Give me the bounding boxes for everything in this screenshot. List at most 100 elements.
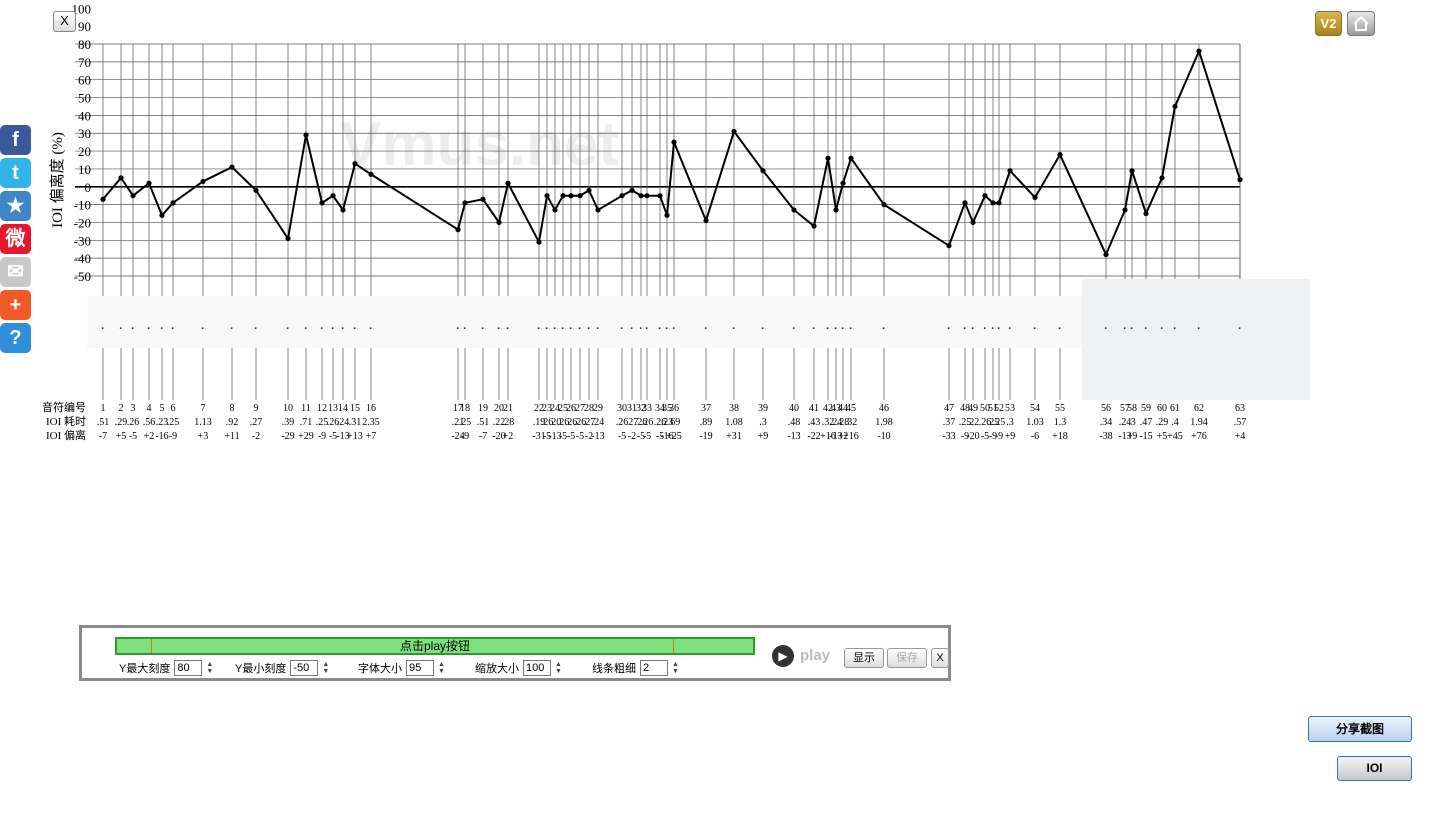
- social-share-bar: f t ★ 微 ✉ +?: [0, 125, 32, 356]
- ioi-duration: 1.13: [194, 417, 212, 428]
- ioi-deviation: -5: [576, 431, 584, 442]
- note-number: 61: [1170, 403, 1180, 414]
- score-note: ·: [645, 323, 649, 335]
- note-number: 60: [1157, 403, 1167, 414]
- score-note: ·: [963, 323, 967, 335]
- close-panel-button[interactable]: X: [931, 648, 949, 668]
- facebook-icon[interactable]: f: [0, 125, 31, 155]
- score-note: ·: [1130, 323, 1134, 335]
- score-note: ·: [101, 323, 105, 335]
- data-point: [544, 193, 550, 199]
- score-note: ·: [620, 323, 624, 335]
- score-note: ·: [704, 323, 708, 335]
- stepper-icon[interactable]: ▲ ▼: [206, 661, 213, 675]
- data-point: [1143, 210, 1149, 217]
- data-point: [946, 243, 952, 249]
- font-size-input[interactable]: [406, 660, 434, 676]
- play-icon[interactable]: ▶: [772, 645, 794, 667]
- row-label: IOI 偏离: [46, 428, 86, 442]
- ymax-input[interactable]: [174, 660, 203, 676]
- note-number: 13: [328, 403, 338, 414]
- ioi-deviation: +5: [1157, 431, 1168, 442]
- zoom-input[interactable]: [523, 660, 551, 676]
- twitter-icon[interactable]: t: [0, 158, 31, 188]
- ioi-duration: .32: [845, 417, 858, 428]
- close-chart-button[interactable]: X: [53, 11, 76, 32]
- score-note: ·: [1160, 323, 1164, 335]
- score-note: ·: [1197, 323, 1201, 335]
- deviation-line: [102, 48, 1241, 258]
- ioi-deviation: -7: [99, 431, 107, 442]
- score-highlight: [1082, 279, 1310, 400]
- note-number: 62: [1194, 403, 1204, 414]
- score-note: ·: [463, 323, 467, 335]
- data-point: [496, 219, 502, 226]
- ioi-button[interactable]: IOI: [1337, 756, 1412, 781]
- stepper-icon[interactable]: ▲ ▼: [555, 661, 562, 675]
- ioi-deviation: +13: [347, 431, 363, 442]
- favorite-star-icon[interactable]: ★: [0, 191, 31, 221]
- score-note: ·: [254, 323, 258, 335]
- line-width-input[interactable]: [640, 660, 668, 676]
- ioi-duration: .3: [1006, 417, 1014, 428]
- y-tick-label: 70: [78, 55, 91, 70]
- save-button[interactable]: 保存: [887, 648, 927, 668]
- line-width-label: 线条粗细: [592, 663, 636, 675]
- playback-control-panel: 点击play按钮 Y最大刻度 ▲▼ Y最小刻度 ▲▼ 字体大小 ▲▼ 缩放大小 …: [79, 625, 951, 681]
- data-point: [130, 193, 136, 199]
- y-axis-label: IOI 偏离度 (%): [49, 132, 66, 228]
- home-icon[interactable]: [1347, 11, 1375, 36]
- data-point: [657, 193, 663, 199]
- font-size-control: 字体大小 ▲▼: [358, 660, 445, 676]
- help-icon[interactable]: ?: [0, 323, 31, 353]
- y-tick-label: 60: [78, 73, 91, 88]
- score-note: ·: [1058, 323, 1062, 335]
- ioi-duration: .27: [250, 417, 263, 428]
- stepper-icon[interactable]: ▲ ▼: [438, 661, 445, 675]
- data-point: [982, 193, 988, 199]
- show-button[interactable]: 显示: [844, 648, 884, 668]
- v2-badge[interactable]: V2: [1315, 11, 1342, 36]
- ioi-duration: .28: [502, 417, 515, 428]
- score-note: ·: [131, 323, 135, 335]
- ioi-duration: 1.98: [875, 417, 893, 428]
- plus-share-icon[interactable]: +: [0, 290, 31, 320]
- data-point: [1032, 194, 1038, 201]
- y-tick-label: 80: [78, 37, 91, 52]
- score-note: ·: [1008, 323, 1012, 335]
- stepper-icon[interactable]: ▲ ▼: [672, 661, 679, 675]
- ymax-label: Y最大刻度: [119, 663, 171, 675]
- share-screenshot-button[interactable]: 分享截图: [1308, 716, 1412, 742]
- weibo-icon[interactable]: 微: [0, 224, 31, 254]
- score-strip: · · · · · · · · · · · · · · · · · · · · · · · · · · · · · · · · · · · · · · · ·…: [87, 279, 1310, 400]
- mail-icon[interactable]: ✉: [0, 257, 31, 287]
- score-note: ·: [201, 323, 205, 335]
- score-note: ·: [147, 323, 151, 335]
- y-tick-label: 20: [78, 144, 91, 159]
- score-note: ·: [834, 323, 838, 335]
- score-note: ·: [331, 323, 335, 335]
- data-point: [595, 207, 601, 213]
- play-label[interactable]: play: [800, 647, 830, 664]
- note-number: 8: [230, 403, 235, 414]
- ioi-deviation: +2: [503, 431, 514, 442]
- y-tick-label: -10: [74, 198, 91, 213]
- data-point: [285, 235, 291, 242]
- score-note: ·: [596, 323, 600, 335]
- stepper-icon[interactable]: ▲ ▼: [322, 661, 329, 675]
- ioi-deviation: -9: [995, 431, 1003, 442]
- ioi-deviation: +16: [843, 431, 859, 442]
- data-point: [586, 187, 592, 193]
- ioi-duration: .69: [668, 417, 681, 428]
- score-note: ·: [160, 323, 164, 335]
- progress-bar[interactable]: 点击play按钮: [115, 637, 755, 655]
- ioi-deviation: +31: [726, 431, 742, 442]
- progress-text: 点击play按钮: [399, 639, 470, 653]
- ioi-deviation: -2: [252, 431, 260, 442]
- data-point: [990, 200, 996, 206]
- score-note: ·: [658, 323, 662, 335]
- note-number: 18: [460, 403, 470, 414]
- ymin-input[interactable]: [290, 660, 319, 676]
- ioi-duration: .24: [337, 417, 350, 428]
- ioi-duration: .71: [300, 417, 313, 428]
